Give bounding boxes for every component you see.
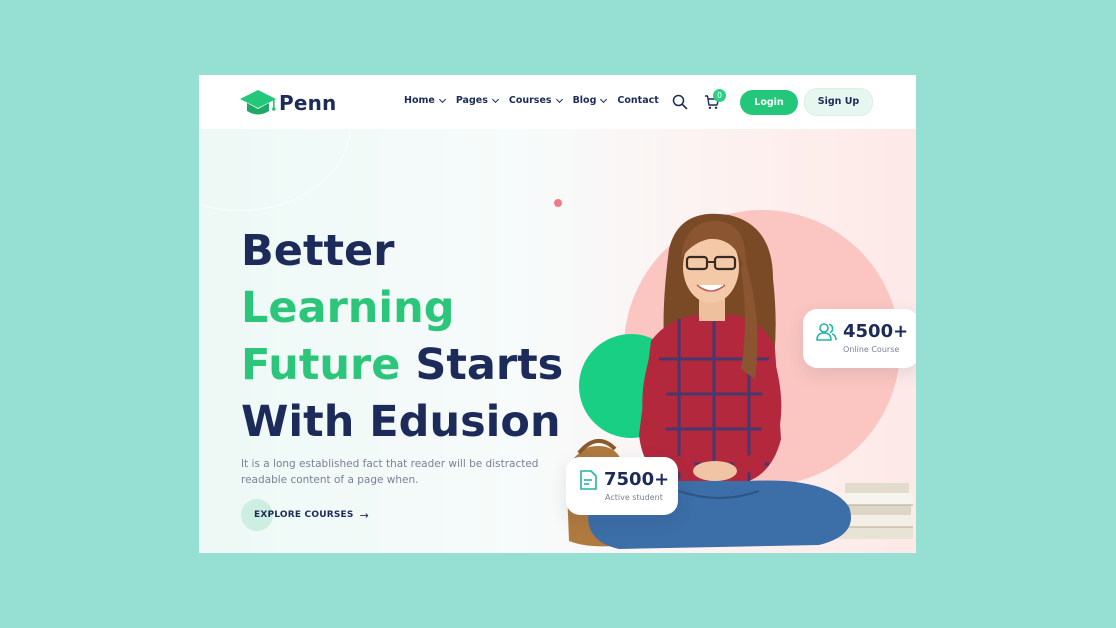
hero-headline: Better Learning Future Starts With Edusi… (241, 223, 563, 451)
document-icon (580, 470, 597, 490)
users-icon (816, 323, 837, 341)
active-student-count: 7500+ (604, 469, 670, 490)
top-navbar: Penn Home Pages Courses Blog Contact 0 L… (199, 75, 916, 129)
headline-line-1: Better (241, 226, 395, 276)
logo[interactable]: Penn (239, 88, 337, 118)
headline-line-2: Learning (241, 283, 455, 333)
online-course-label: Online Course (843, 345, 900, 354)
arrow-right-icon: → (359, 508, 369, 522)
headline-highlight: Future (241, 340, 401, 390)
hero-section: Better Learning Future Starts With Edusi… (199, 75, 916, 553)
nav-item-label: Pages (455, 95, 488, 106)
nav-item-home[interactable]: Home (404, 95, 446, 106)
headline-line-4: With Edusion (241, 397, 561, 447)
chevron-down-icon (555, 95, 563, 103)
active-student-label: Active student (605, 493, 663, 502)
login-button[interactable]: Login (740, 90, 798, 115)
nav-item-label: Blog (572, 95, 597, 106)
chevron-down-icon (491, 95, 499, 103)
decorative-dot (554, 199, 562, 207)
nav-item-contact[interactable]: Contact (617, 95, 658, 106)
main-menu: Home Pages Courses Blog Contact (404, 95, 659, 106)
headline-line-3: Future Starts (241, 337, 563, 394)
stat-card-online-course: 4500+ Online Course (803, 309, 916, 368)
stat-card-active-student: 7500+ Active student (566, 457, 678, 515)
nav-item-label: Contact (617, 95, 659, 106)
search-icon[interactable] (672, 94, 688, 110)
chevron-down-icon (600, 95, 608, 103)
graduation-cap-icon (240, 90, 276, 115)
headline-text: Starts (400, 340, 564, 390)
signup-button[interactable]: Sign Up (804, 88, 873, 116)
nav-item-pages[interactable]: Pages (455, 95, 499, 106)
nav-item-label: Courses (508, 95, 552, 106)
nav-item-label: Home (404, 95, 435, 106)
hero-description: It is a long established fact that reade… (241, 458, 539, 486)
explore-courses-label: EXPLORE COURSES (254, 510, 354, 520)
nav-item-blog[interactable]: Blog (572, 95, 608, 106)
explore-courses-button[interactable]: EXPLORE COURSES → (241, 499, 369, 531)
online-course-count: 4500+ (843, 321, 909, 342)
chevron-down-icon (438, 95, 446, 103)
brand-name: Penn (279, 91, 337, 115)
cart-count-badge: 0 (713, 89, 726, 102)
nav-item-courses[interactable]: Courses (508, 95, 563, 106)
website-frame: Penn Home Pages Courses Blog Contact 0 L… (199, 75, 916, 553)
